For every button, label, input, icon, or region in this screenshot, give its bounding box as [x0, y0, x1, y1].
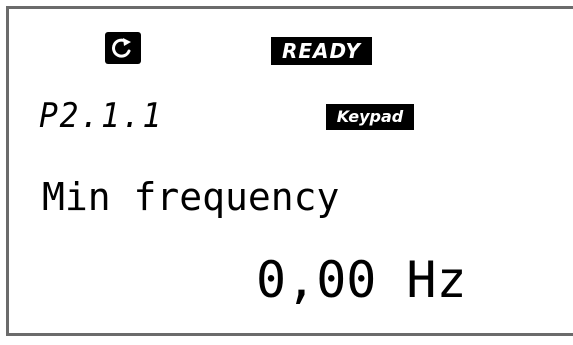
control-place-badge: Keypad	[326, 104, 414, 130]
rotation-arrow-icon	[105, 32, 141, 64]
status-badge: READY	[271, 37, 372, 65]
parameter-code: P2.1.1	[39, 96, 164, 136]
parameter-unit: Hz	[406, 251, 467, 309]
keypad-display: READY P2.1.1 Keypad Min frequency 0,00 Hz	[6, 6, 573, 336]
parameter-name: Min frequency	[42, 175, 340, 219]
parameter-value-display: 0,00 Hz	[256, 249, 467, 311]
parameter-value: 0,00	[256, 251, 377, 309]
